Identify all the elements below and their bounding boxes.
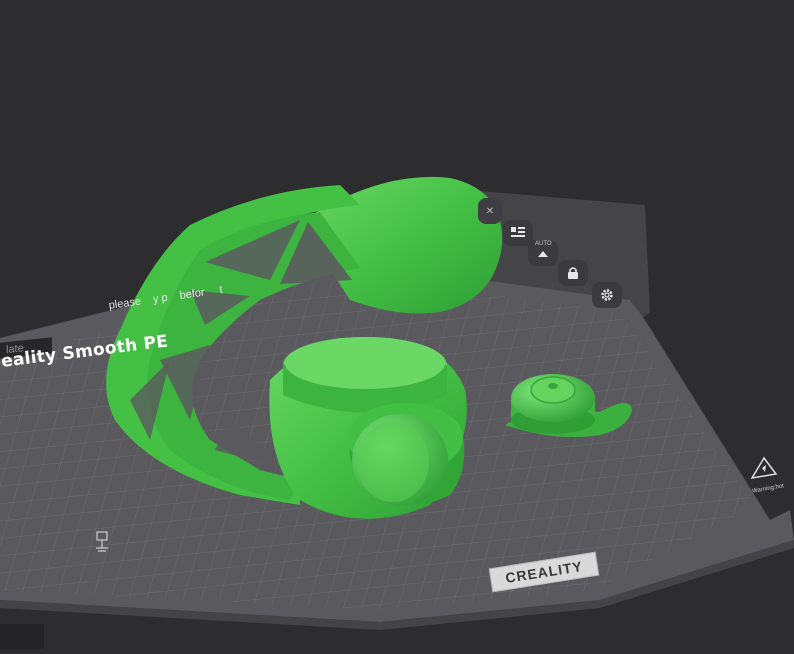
viewport-3d[interactable]: late eality Smooth PE please y p befor t…: [0, 0, 794, 649]
auto-orient-button[interactable]: AUTO: [528, 240, 558, 266]
corner-panel: [0, 624, 44, 649]
close-icon: ✕: [485, 205, 495, 217]
arrange-icon: [511, 227, 525, 237]
settings-button[interactable]: [592, 282, 622, 308]
toolbar-close-button[interactable]: ✕: [478, 198, 502, 224]
settings-icon: [601, 289, 613, 301]
auto-orient-icon: [538, 251, 548, 257]
warning-hot-icon: [750, 456, 778, 480]
lock-icon: [568, 267, 578, 279]
build-plate-scene[interactable]: [0, 0, 794, 649]
auto-label: AUTO: [535, 241, 552, 247]
arrange-button[interactable]: [503, 220, 533, 246]
lock-button[interactable]: [558, 260, 588, 286]
